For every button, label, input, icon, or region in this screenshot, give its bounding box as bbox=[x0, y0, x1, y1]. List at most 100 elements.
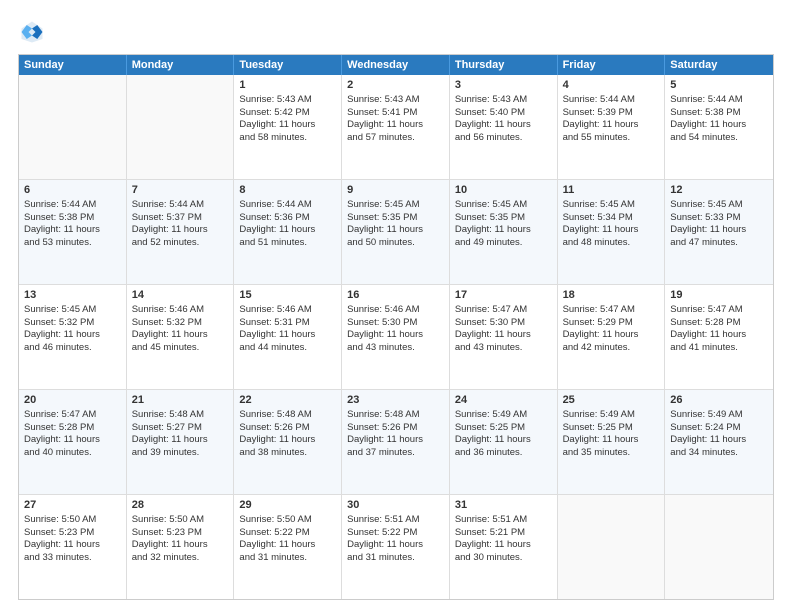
calendar-day-18: 18Sunrise: 5:47 AMSunset: 5:29 PMDayligh… bbox=[558, 285, 666, 389]
day-info-line: Sunrise: 5:43 AM bbox=[239, 94, 336, 107]
day-number: 31 bbox=[455, 498, 552, 513]
day-info-line: Sunrise: 5:45 AM bbox=[455, 199, 552, 212]
day-info-line: Daylight: 11 hours bbox=[239, 434, 336, 447]
day-number: 12 bbox=[670, 183, 768, 198]
day-info-line: and 38 minutes. bbox=[239, 447, 336, 460]
day-info-line: Sunrise: 5:49 AM bbox=[455, 409, 552, 422]
day-info-line: Sunrise: 5:48 AM bbox=[347, 409, 444, 422]
day-info-line: Sunrise: 5:50 AM bbox=[24, 514, 121, 527]
calendar-day-25: 25Sunrise: 5:49 AMSunset: 5:25 PMDayligh… bbox=[558, 390, 666, 494]
calendar-day-7: 7Sunrise: 5:44 AMSunset: 5:37 PMDaylight… bbox=[127, 180, 235, 284]
day-info-line: and 31 minutes. bbox=[239, 552, 336, 565]
day-info-line: Sunset: 5:42 PM bbox=[239, 107, 336, 120]
day-info-line: Daylight: 11 hours bbox=[563, 434, 660, 447]
calendar-empty-cell bbox=[127, 75, 235, 179]
day-number: 26 bbox=[670, 393, 768, 408]
day-info-line: Sunrise: 5:45 AM bbox=[24, 304, 121, 317]
calendar-day-9: 9Sunrise: 5:45 AMSunset: 5:35 PMDaylight… bbox=[342, 180, 450, 284]
day-info-line: Sunrise: 5:51 AM bbox=[455, 514, 552, 527]
day-info-line: and 48 minutes. bbox=[563, 237, 660, 250]
calendar-day-17: 17Sunrise: 5:47 AMSunset: 5:30 PMDayligh… bbox=[450, 285, 558, 389]
header-cell-tuesday: Tuesday bbox=[234, 55, 342, 75]
day-number: 10 bbox=[455, 183, 552, 198]
header-cell-monday: Monday bbox=[127, 55, 235, 75]
calendar-day-31: 31Sunrise: 5:51 AMSunset: 5:21 PMDayligh… bbox=[450, 495, 558, 599]
day-info-line: Sunset: 5:35 PM bbox=[455, 212, 552, 225]
day-info-line: Daylight: 11 hours bbox=[132, 224, 229, 237]
day-info-line: and 51 minutes. bbox=[239, 237, 336, 250]
day-info-line: Sunset: 5:32 PM bbox=[24, 317, 121, 330]
day-info-line: Daylight: 11 hours bbox=[670, 434, 768, 447]
header-cell-thursday: Thursday bbox=[450, 55, 558, 75]
day-info-line: Sunset: 5:30 PM bbox=[347, 317, 444, 330]
page-header bbox=[18, 18, 774, 46]
day-number: 17 bbox=[455, 288, 552, 303]
day-info-line: Daylight: 11 hours bbox=[132, 434, 229, 447]
day-number: 1 bbox=[239, 78, 336, 93]
calendar-day-10: 10Sunrise: 5:45 AMSunset: 5:35 PMDayligh… bbox=[450, 180, 558, 284]
day-info-line: Sunset: 5:34 PM bbox=[563, 212, 660, 225]
day-info-line: Daylight: 11 hours bbox=[670, 119, 768, 132]
calendar-day-4: 4Sunrise: 5:44 AMSunset: 5:39 PMDaylight… bbox=[558, 75, 666, 179]
day-info-line: and 41 minutes. bbox=[670, 342, 768, 355]
day-info-line: Sunset: 5:38 PM bbox=[670, 107, 768, 120]
day-info-line: Daylight: 11 hours bbox=[347, 539, 444, 552]
day-info-line: Sunrise: 5:47 AM bbox=[670, 304, 768, 317]
day-info-line: and 32 minutes. bbox=[132, 552, 229, 565]
day-number: 29 bbox=[239, 498, 336, 513]
calendar: SundayMondayTuesdayWednesdayThursdayFrid… bbox=[18, 54, 774, 600]
day-info-line: Sunrise: 5:47 AM bbox=[24, 409, 121, 422]
day-info-line: Daylight: 11 hours bbox=[455, 434, 552, 447]
calendar-day-2: 2Sunrise: 5:43 AMSunset: 5:41 PMDaylight… bbox=[342, 75, 450, 179]
day-info-line: Sunset: 5:33 PM bbox=[670, 212, 768, 225]
day-info-line: Sunset: 5:22 PM bbox=[239, 527, 336, 540]
day-info-line: and 53 minutes. bbox=[24, 237, 121, 250]
day-number: 20 bbox=[24, 393, 121, 408]
day-info-line: Sunrise: 5:46 AM bbox=[239, 304, 336, 317]
day-info-line: Daylight: 11 hours bbox=[239, 539, 336, 552]
calendar-empty-cell bbox=[665, 495, 773, 599]
day-info-line: and 42 minutes. bbox=[563, 342, 660, 355]
day-info-line: Sunrise: 5:48 AM bbox=[239, 409, 336, 422]
day-info-line: Sunset: 5:41 PM bbox=[347, 107, 444, 120]
calendar-day-24: 24Sunrise: 5:49 AMSunset: 5:25 PMDayligh… bbox=[450, 390, 558, 494]
day-info-line: Daylight: 11 hours bbox=[455, 539, 552, 552]
day-number: 15 bbox=[239, 288, 336, 303]
calendar-empty-cell bbox=[19, 75, 127, 179]
calendar-day-27: 27Sunrise: 5:50 AMSunset: 5:23 PMDayligh… bbox=[19, 495, 127, 599]
day-info-line: Sunset: 5:32 PM bbox=[132, 317, 229, 330]
day-info-line: Sunrise: 5:47 AM bbox=[455, 304, 552, 317]
calendar-day-13: 13Sunrise: 5:45 AMSunset: 5:32 PMDayligh… bbox=[19, 285, 127, 389]
day-info-line: and 39 minutes. bbox=[132, 447, 229, 460]
day-number: 25 bbox=[563, 393, 660, 408]
day-info-line: Sunset: 5:23 PM bbox=[24, 527, 121, 540]
day-info-line: Sunrise: 5:49 AM bbox=[563, 409, 660, 422]
day-info-line: Sunset: 5:25 PM bbox=[563, 422, 660, 435]
day-info-line: Sunset: 5:37 PM bbox=[132, 212, 229, 225]
day-info-line: Sunset: 5:23 PM bbox=[132, 527, 229, 540]
day-info-line: Sunrise: 5:46 AM bbox=[132, 304, 229, 317]
day-info-line: and 40 minutes. bbox=[24, 447, 121, 460]
day-number: 16 bbox=[347, 288, 444, 303]
logo-icon bbox=[18, 18, 46, 46]
day-info-line: Sunrise: 5:45 AM bbox=[563, 199, 660, 212]
calendar-day-16: 16Sunrise: 5:46 AMSunset: 5:30 PMDayligh… bbox=[342, 285, 450, 389]
day-info-line: Sunset: 5:26 PM bbox=[239, 422, 336, 435]
calendar-day-5: 5Sunrise: 5:44 AMSunset: 5:38 PMDaylight… bbox=[665, 75, 773, 179]
day-info-line: and 44 minutes. bbox=[239, 342, 336, 355]
day-info-line: Sunset: 5:21 PM bbox=[455, 527, 552, 540]
day-info-line: Daylight: 11 hours bbox=[24, 434, 121, 447]
day-info-line: Sunset: 5:28 PM bbox=[24, 422, 121, 435]
day-info-line: Daylight: 11 hours bbox=[455, 119, 552, 132]
day-info-line: Daylight: 11 hours bbox=[563, 119, 660, 132]
day-info-line: Daylight: 11 hours bbox=[670, 329, 768, 342]
day-number: 3 bbox=[455, 78, 552, 93]
calendar-day-11: 11Sunrise: 5:45 AMSunset: 5:34 PMDayligh… bbox=[558, 180, 666, 284]
day-info-line: Daylight: 11 hours bbox=[347, 119, 444, 132]
calendar-row: 1Sunrise: 5:43 AMSunset: 5:42 PM Daylight… bbox=[19, 75, 773, 179]
calendar-day-1: 1Sunrise: 5:43 AMSunset: 5:42 PMDaylight… bbox=[234, 75, 342, 179]
day-info-line: and 50 minutes. bbox=[347, 237, 444, 250]
calendar-day-20: 20Sunrise: 5:47 AMSunset: 5:28 PMDayligh… bbox=[19, 390, 127, 494]
day-info-line: Daylight: 11 hours bbox=[347, 329, 444, 342]
day-info-line: Sunset: 5:40 PM bbox=[455, 107, 552, 120]
